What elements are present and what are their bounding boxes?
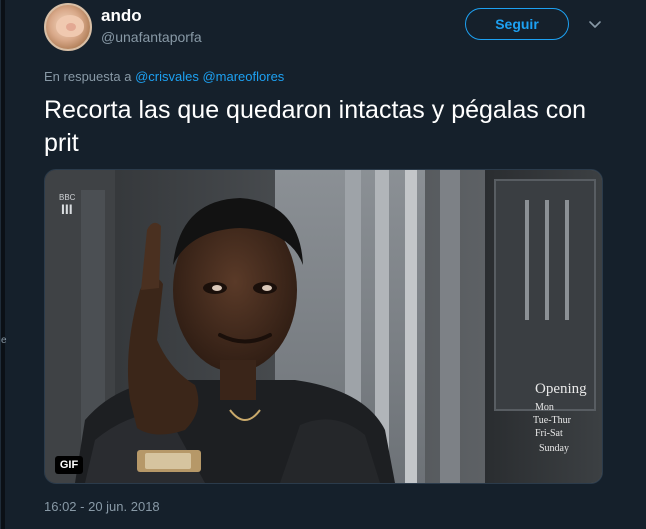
svg-text:Opening: Opening [535,381,587,397]
reply-mention-2[interactable]: @mareoflores [202,69,284,84]
tweet-timestamp[interactable]: 16:02 - 20 jun. 2018 [44,499,160,514]
author-handle[interactable]: @unafantaporfa [101,29,202,45]
svg-text:III: III [61,201,73,217]
follow-button[interactable]: Seguir [465,8,569,40]
tweet-page: e ando @unafantaporfa Seguir En respuest… [0,0,646,529]
tweet-text: Recorta las que quedaron intactas y péga… [44,96,587,157]
left-edge-mark: e [1,335,7,346]
left-edge-strip [1,0,5,529]
reply-context: En respuesta a @crisvales @mareoflores [44,69,284,84]
svg-text:Fri-Sat: Fri-Sat [535,428,563,439]
author-display-name[interactable]: ando [101,6,142,26]
gif-media[interactable]: BBC III Opening Mon Tue-Thur Fri-Sat Sun… [44,169,603,484]
chevron-down-icon[interactable] [587,16,603,32]
avatar-nose [66,23,76,31]
reply-mention-1[interactable]: @crisvales [135,69,199,84]
gif-still-frame: BBC III Opening Mon Tue-Thur Fri-Sat Sun… [45,170,602,483]
reply-prefix: En respuesta a [44,69,132,84]
svg-text:Sunday: Sunday [539,443,569,454]
avatar[interactable] [44,3,92,51]
svg-text:Mon: Mon [535,402,554,413]
gif-badge: GIF [55,456,83,474]
svg-text:Tue-Thur: Tue-Thur [533,415,572,426]
